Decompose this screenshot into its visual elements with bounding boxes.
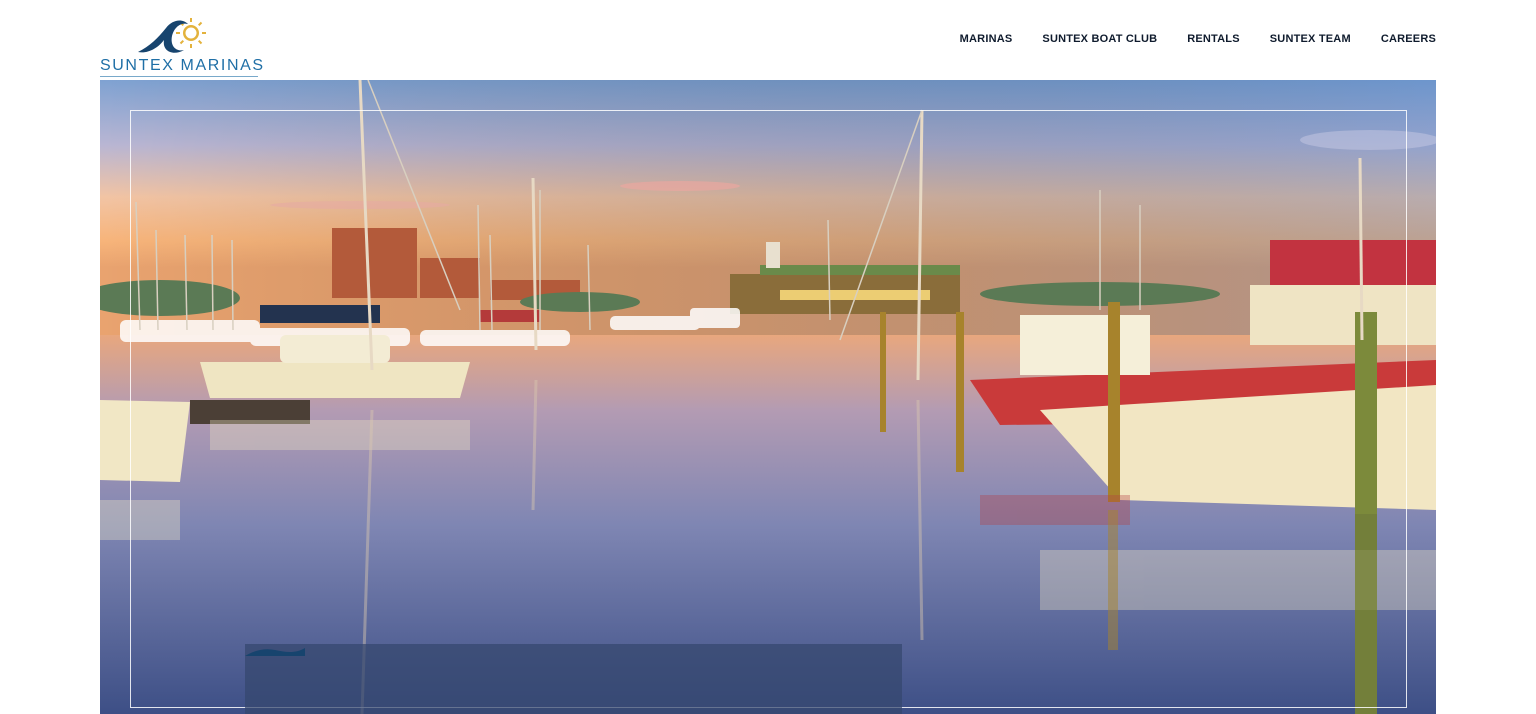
site-header: SUNTEX MARINAS MARINAS SUNTEX BOAT CLUB … xyxy=(0,0,1536,80)
nav-item-rentals[interactable]: RENTALS xyxy=(1187,33,1240,45)
nav-item-suntex-team[interactable]: SUNTEX TEAM xyxy=(1270,33,1351,45)
marina-sunset-photo xyxy=(100,80,1436,714)
nav-item-marinas[interactable]: MARINAS xyxy=(960,33,1013,45)
wave-icon xyxy=(245,648,305,656)
brand-name: SUNTEX MARINAS xyxy=(100,57,265,74)
hero-overlay-panel xyxy=(245,644,902,714)
nav-item-careers[interactable]: CAREERS xyxy=(1381,33,1436,45)
main-nav: MARINAS SUNTEX BOAT CLUB RENTALS SUNTEX … xyxy=(960,33,1436,45)
wave-sun-logo-icon xyxy=(138,18,206,53)
brand-underline xyxy=(100,76,258,77)
nav-item-suntex-boat-club[interactable]: SUNTEX BOAT CLUB xyxy=(1042,33,1157,45)
suntex-logo-link[interactable]: SUNTEX MARINAS xyxy=(100,16,263,78)
hero-banner xyxy=(100,80,1436,714)
